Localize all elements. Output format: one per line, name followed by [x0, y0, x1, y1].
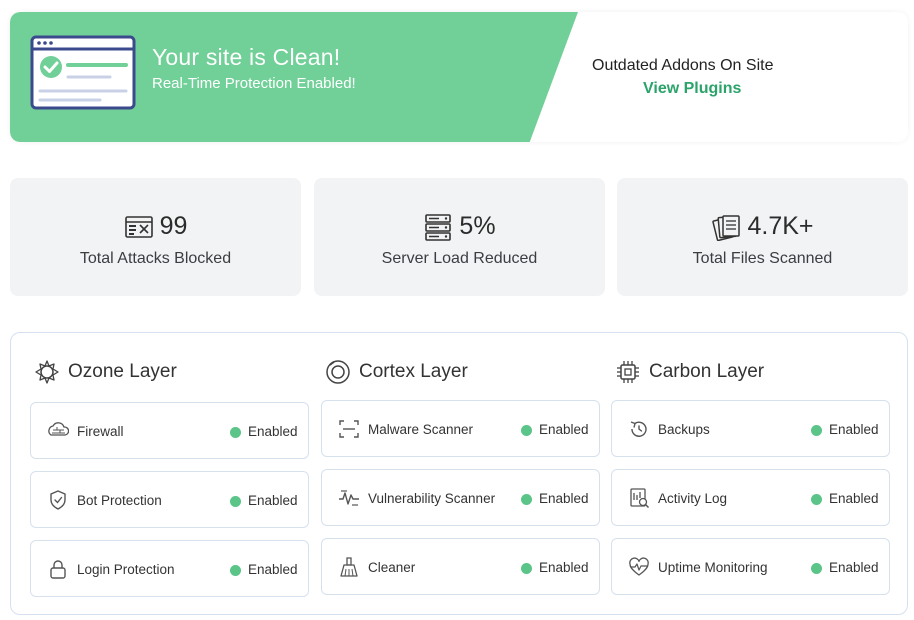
status-text: Enabled	[539, 560, 589, 575]
layer-title: Carbon Layer	[649, 361, 765, 382]
layer-header: Ozone Layer	[31, 353, 311, 391]
feature-activity-log[interactable]: Activity Log Enabled	[611, 469, 890, 526]
files-icon	[712, 214, 741, 241]
feature-label: Backups	[658, 422, 710, 437]
status-text: Enabled	[248, 493, 298, 508]
feature-label: Firewall	[77, 424, 124, 439]
banner-subtitle: Real-Time Protection Enabled!	[152, 75, 356, 92]
cortex-icon	[326, 360, 350, 384]
status-text: Enabled	[248, 562, 298, 577]
stat-value: 5%	[459, 212, 496, 240]
activity-log-icon	[630, 488, 650, 509]
scan-frame-icon	[339, 420, 359, 438]
outdated-addons-text: Outdated Addons On Site	[592, 57, 774, 74]
shield-check-icon	[50, 490, 66, 510]
status-text: Enabled	[829, 491, 879, 506]
feature-backups[interactable]: Backups Enabled	[611, 400, 890, 457]
stat-label: Total Attacks Blocked	[79, 250, 232, 267]
feature-label: Bot Protection	[77, 493, 162, 508]
status-text: Enabled	[248, 424, 298, 439]
ozone-layer-column: Ozone Layer	[31, 353, 311, 391]
feature-firewall[interactable]: Firewall Enabled	[30, 402, 309, 459]
feature-label: Vulnerability Scanner	[368, 491, 496, 506]
carbon-chip-icon	[617, 361, 639, 383]
feature-login-protection[interactable]: Login Protection Enabled	[30, 540, 309, 597]
layer-header: Carbon Layer	[612, 353, 892, 391]
pulse-scan-icon	[339, 490, 359, 506]
cortex-layer-column: Cortex Layer	[322, 353, 602, 391]
feature-uptime-monitoring[interactable]: Uptime Monitoring Enabled	[611, 538, 890, 595]
attack-blocked-icon	[124, 215, 153, 238]
view-plugins-link[interactable]: View Plugins	[643, 80, 741, 98]
stat-label: Server Load Reduced	[381, 250, 538, 267]
feature-cleaner[interactable]: Cleaner Enabled	[321, 538, 600, 595]
status-text: Enabled	[829, 560, 879, 575]
firewall-icon	[48, 422, 69, 436]
status-dot	[811, 425, 822, 436]
status-text: Enabled	[829, 422, 879, 437]
status-dot	[811, 563, 822, 574]
ozone-icon	[35, 360, 59, 384]
server-icon	[425, 213, 452, 241]
feature-malware-scanner[interactable]: Malware Scanner Enabled	[321, 400, 600, 457]
stat-value: 4.7K+	[747, 212, 814, 240]
feature-vulnerability-scanner[interactable]: Vulnerability Scanner Enabled	[321, 469, 600, 526]
status-dot	[230, 427, 241, 438]
status-dot	[230, 565, 241, 576]
protection-layers-panel: Ozone Layer Cortex Layer Carbon Layer Fi…	[10, 332, 908, 615]
lock-icon	[50, 560, 66, 579]
feature-label: Uptime Monitoring	[658, 560, 768, 575]
stat-card-server-load: 5% Server Load Reduced	[314, 178, 605, 296]
feature-label: Malware Scanner	[368, 422, 474, 437]
feature-label: Activity Log	[658, 491, 728, 506]
clean-site-browser-icon	[30, 35, 136, 110]
stat-value: 99	[159, 212, 188, 240]
status-dot	[521, 494, 532, 505]
broom-icon	[340, 557, 358, 577]
status-dot	[521, 563, 532, 574]
stat-label: Total Files Scanned	[692, 250, 833, 267]
feature-bot-protection[interactable]: Bot Protection Enabled	[30, 471, 309, 528]
feature-label: Cleaner	[368, 560, 416, 575]
stat-card-attacks: 99 Total Attacks Blocked	[10, 178, 301, 296]
layer-title: Cortex Layer	[359, 361, 468, 382]
status-dot	[521, 425, 532, 436]
banner-title: Your site is Clean!	[152, 44, 341, 70]
status-dot	[230, 496, 241, 507]
carbon-layer-column: Carbon Layer	[612, 353, 892, 391]
layer-header: Cortex Layer	[322, 353, 602, 391]
status-dot	[811, 494, 822, 505]
heart-pulse-icon	[629, 557, 649, 576]
status-text: Enabled	[539, 491, 589, 506]
status-banner: Your site is Clean! Real-Time Protection…	[10, 12, 908, 142]
feature-label: Login Protection	[77, 562, 175, 577]
status-text: Enabled	[539, 422, 589, 437]
stat-card-files: 4.7K+ Total Files Scanned	[617, 178, 908, 296]
layer-title: Ozone Layer	[68, 361, 177, 382]
backup-icon	[630, 421, 647, 437]
